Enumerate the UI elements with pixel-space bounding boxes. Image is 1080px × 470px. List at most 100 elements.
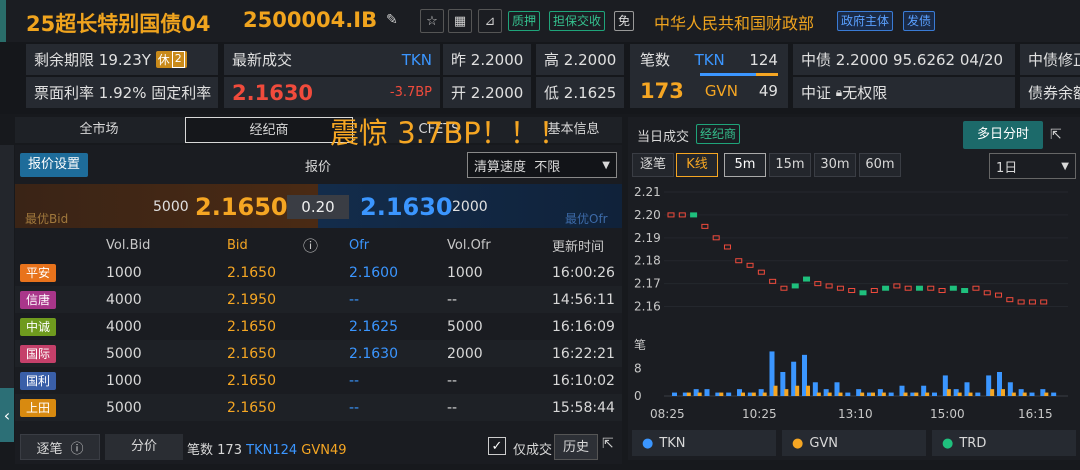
chevron-down-icon: ▼ <box>602 159 610 171</box>
cell-bid[interactable]: 2.1950 <box>227 292 276 308</box>
interval-60m[interactable]: 60m <box>859 153 901 177</box>
candle <box>780 285 788 291</box>
quote-settings-button[interactable]: 报价设置 <box>20 153 89 177</box>
price-tick-label: 2.18 <box>634 254 661 268</box>
legend-trd[interactable]: ● TRD <box>932 430 1076 456</box>
cell-bid[interactable]: 2.1650 <box>227 319 276 335</box>
only-deal-checkbox[interactable]: ✓ <box>488 437 506 455</box>
col-vol-ofr: Vol.Ofr <box>447 238 491 253</box>
col-update-time: 更新时间 <box>552 240 605 255</box>
cell-bid[interactable]: 2.1650 <box>227 346 276 362</box>
gvn-label: GVN <box>704 82 738 100</box>
volume-bar-gvn <box>1001 389 1005 396</box>
volume-bar-tkn <box>975 392 981 396</box>
volume-bar-gvn <box>751 392 756 396</box>
chevron-down-icon: ▼ <box>1061 160 1069 172</box>
cell-ofr[interactable]: -- <box>349 292 359 308</box>
calculator-icon[interactable]: ▦ <box>448 9 472 33</box>
collapse-left-button[interactable]: ‹ <box>0 388 14 442</box>
cell-update-time: 16:00:26 <box>552 264 615 281</box>
best-ofr-price[interactable]: 2.1630 <box>360 193 453 221</box>
tick-button[interactable]: 逐笔 ⓘ <box>20 434 100 460</box>
speed-select[interactable]: 清算速度 不限 ▼ <box>467 152 617 178</box>
volume-bar-gvn <box>1022 392 1027 396</box>
cell-ofr[interactable]: 2.1625 <box>349 319 398 335</box>
candle <box>1040 299 1048 305</box>
candle <box>938 288 946 294</box>
candle <box>1006 297 1014 303</box>
cell-ofr[interactable]: -- <box>349 400 359 416</box>
edit-icon[interactable]: ✎ <box>386 12 404 30</box>
price-dist-button[interactable]: 分价 <box>105 434 183 460</box>
tick-mode-button[interactable]: 逐笔 <box>632 153 674 177</box>
info-icon[interactable]: ⓘ <box>303 235 318 256</box>
table-row[interactable]: 平安 1000 2.1650 2.1600 1000 16:00:26 <box>15 259 622 286</box>
only-deal-label: 仅成交 <box>513 443 553 458</box>
tkn-count: 124 <box>749 50 778 69</box>
cell-bid[interactable]: 2.1650 <box>227 265 276 281</box>
legend-gvn[interactable]: ● GVN <box>782 430 926 456</box>
cell-vol-ofr: -- <box>447 399 458 416</box>
candle <box>904 285 912 291</box>
bottom-trade-stats: 笔数 173 TKN124 GVN49 <box>187 443 347 458</box>
csi-value: 无权限 <box>842 84 888 102</box>
star-icon[interactable]: ☆ <box>420 9 444 33</box>
cell-bid[interactable]: 2.1650 <box>227 400 276 416</box>
broker-badge: 平安 <box>20 263 56 282</box>
tab-all-market[interactable]: 全市场 <box>15 117 183 143</box>
interval-30m[interactable]: 30m <box>814 153 856 177</box>
table-row[interactable]: 国际 5000 2.1650 2.1630 2000 16:22:21 <box>15 340 622 367</box>
best-bid-price[interactable]: 2.1650 <box>195 193 288 221</box>
back-edge[interactable] <box>0 0 6 42</box>
cell-vol-ofr: -- <box>447 372 458 389</box>
cell-vol-bid: 1000 <box>106 372 142 389</box>
candle <box>1017 299 1025 305</box>
volume-bar-gvn <box>697 392 702 396</box>
issuer-name[interactable]: 中华人民共和国财政部 <box>654 10 814 34</box>
open-cell: 开 2.2000 <box>443 77 531 108</box>
trades-total: 173 <box>640 79 684 103</box>
bond-code: 2500004.IB <box>243 8 378 32</box>
history-button[interactable]: 历史 <box>554 434 598 460</box>
multi-day-button[interactable]: 多日分时 <box>963 121 1043 149</box>
table-row[interactable]: 上田 5000 2.1650 -- -- 15:58:44 <box>15 394 622 421</box>
popout-icon[interactable]: ⇱ <box>602 436 620 456</box>
price-tick-label: 2.16 <box>634 300 661 314</box>
gov-entity-tag: 政府主体 <box>837 11 894 31</box>
cell-bid[interactable]: 2.1650 <box>227 373 276 389</box>
chart-icon[interactable]: ⊿ <box>478 9 502 33</box>
intraday-chart[interactable]: 2.21 2.20 2.19 2.18 2.17 2.16 笔 8 0 08:25 10:25 13:… <box>628 182 1080 425</box>
candle <box>836 285 844 291</box>
cell-ofr[interactable]: 2.1600 <box>349 265 398 281</box>
candle <box>769 278 777 284</box>
latest-source: TKN <box>401 50 432 69</box>
high-value: 2.2000 <box>563 50 617 69</box>
broker-badge: 上田 <box>20 398 56 417</box>
trades-label: 笔数 <box>640 51 671 69</box>
bond-rest-cell: 债券余额 <box>1020 77 1080 108</box>
kline-mode-button[interactable]: K线 <box>676 153 718 177</box>
table-row[interactable]: 中诚 4000 2.1650 2.1625 5000 16:16:09 <box>15 313 622 340</box>
interval-5m[interactable]: 5m <box>724 153 766 177</box>
volume-bar-tkn <box>932 392 937 396</box>
tkn-label: TKN <box>694 50 725 69</box>
price-tick-label: 2.17 <box>634 277 661 291</box>
cell-ofr[interactable]: -- <box>349 373 359 389</box>
volume-bar-gvn <box>914 392 919 396</box>
interval-15m[interactable]: 15m <box>769 153 811 177</box>
table-row[interactable]: 信唐 4000 2.1950 -- -- 14:56:11 <box>15 286 622 313</box>
price-tick-label: 2.21 <box>634 185 661 199</box>
cell-ofr[interactable]: 2.1630 <box>349 346 398 362</box>
volume-bar-gvn <box>903 392 908 396</box>
tab-broker[interactable]: 经纪商 <box>185 117 353 143</box>
candle <box>757 269 765 275</box>
high-cell: 高 2.2000 <box>536 44 624 75</box>
chart-popout-icon[interactable]: ⇱ <box>1050 127 1062 143</box>
legend-tkn[interactable]: ● TKN <box>632 430 776 456</box>
cell-vol-bid: 4000 <box>106 291 142 308</box>
candle <box>690 212 698 218</box>
period-select[interactable]: 1日 ▼ <box>989 153 1076 179</box>
candle <box>870 288 878 294</box>
broker-quote-panel: 报价设置 报价 清算速度 不限 ▼ 最优Bid 5000 2.1650 0.20… <box>15 145 622 460</box>
table-row[interactable]: 国利 1000 2.1650 -- -- 16:10:02 <box>15 367 622 394</box>
